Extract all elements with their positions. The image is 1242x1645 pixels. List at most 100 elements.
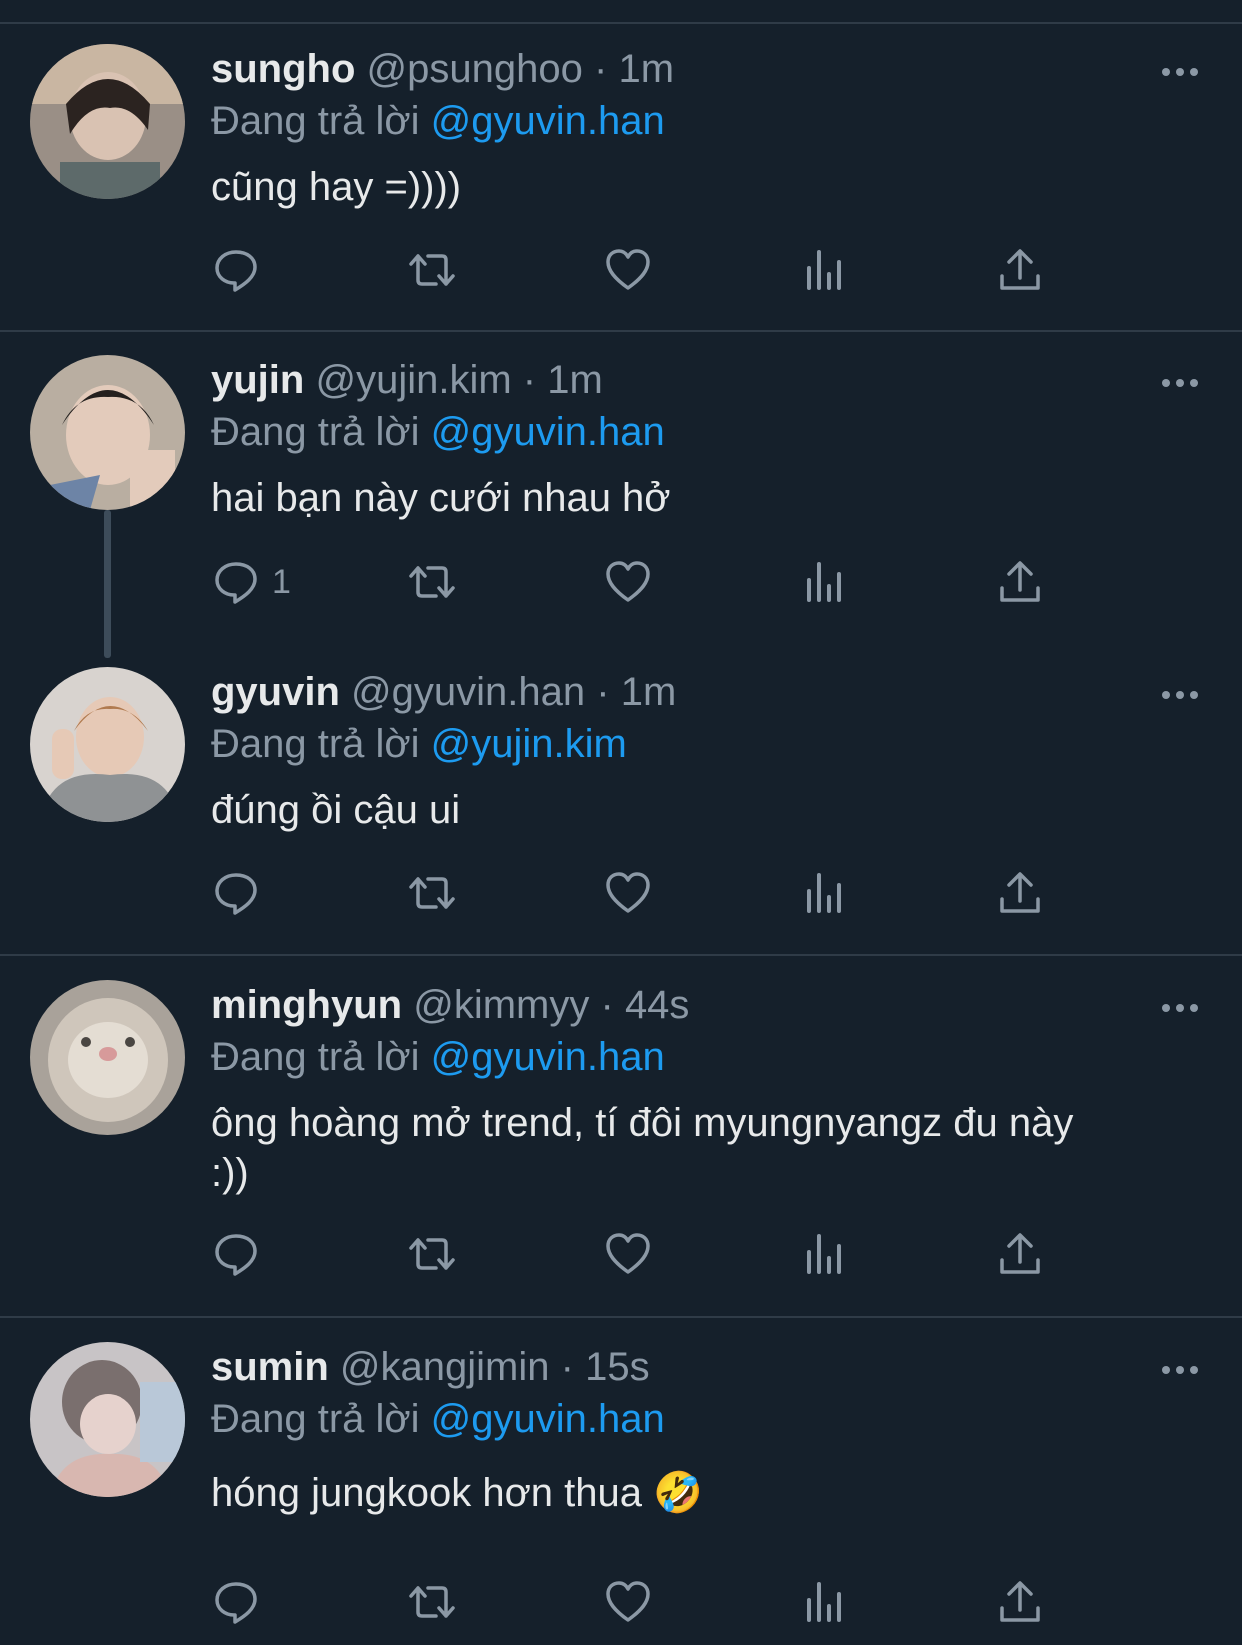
user-handle[interactable]: @psunghoo	[367, 47, 583, 91]
timestamp[interactable]: 1m	[547, 358, 603, 402]
like-icon	[604, 558, 652, 606]
views-icon	[800, 869, 848, 917]
action-bar	[0, 1574, 1242, 1630]
mention-link[interactable]: @gyuvin.han	[431, 1035, 665, 1079]
tweet-header: sumin @kangjimin · 15s	[211, 1342, 650, 1392]
views-icon	[800, 1230, 848, 1278]
tweet-text: ông hoàng mở trend, tí đôi myungnyangz đ…	[211, 1101, 1074, 1195]
replying-label: Đang trả lời	[211, 410, 420, 454]
replying-to: Đang trả lời @gyuvin.han	[211, 407, 665, 457]
reply-icon	[212, 246, 260, 294]
share-button[interactable]	[996, 1226, 1044, 1282]
like-button[interactable]	[604, 1226, 652, 1282]
retweet-icon	[408, 558, 456, 606]
mention-link[interactable]: @gyuvin.han	[431, 1397, 665, 1441]
like-button[interactable]	[604, 242, 652, 298]
reply-button[interactable]	[212, 1226, 272, 1282]
like-icon	[604, 1578, 652, 1626]
retweet-button[interactable]	[408, 242, 456, 298]
timestamp[interactable]: 1m	[621, 670, 677, 714]
replying-label: Đang trả lời	[211, 99, 420, 143]
avatar[interactable]	[30, 44, 185, 199]
display-name[interactable]: gyuvin	[211, 670, 340, 714]
share-button[interactable]	[996, 242, 1044, 298]
like-button[interactable]	[604, 1574, 652, 1630]
share-icon	[996, 558, 1044, 606]
tweet-text: hóng jungkook hơn thua 🤣	[211, 1471, 703, 1515]
tweet-header: sungho @psunghoo · 1m	[211, 44, 674, 94]
reply-button[interactable]: 1	[212, 554, 291, 610]
timestamp[interactable]: 1m	[618, 47, 674, 91]
like-button[interactable]	[604, 554, 652, 610]
share-icon	[996, 1578, 1044, 1626]
mention-link[interactable]: @gyuvin.han	[431, 410, 665, 454]
replying-label: Đang trả lời	[211, 722, 420, 766]
avatar[interactable]	[30, 667, 185, 822]
separator-dot: ·	[600, 983, 614, 1027]
reply-button[interactable]	[212, 1574, 272, 1630]
display-name[interactable]: sumin	[211, 1345, 329, 1389]
separator-dot: ·	[522, 358, 537, 402]
retweet-button[interactable]	[408, 554, 456, 610]
replying-to: Đang trả lời @yujin.kim	[211, 719, 627, 769]
views-button[interactable]	[800, 865, 848, 921]
tweet[interactable]: minghyun @kimmyy · 44s Đang trả lời @gyu…	[0, 956, 1242, 1316]
retweet-button[interactable]	[408, 865, 456, 921]
views-button[interactable]	[800, 242, 848, 298]
retweet-icon	[408, 1230, 456, 1278]
like-icon	[604, 869, 652, 917]
display-name[interactable]: sungho	[211, 47, 355, 91]
tweet[interactable]: yujin @yujin.kim · 1m Đang trả lời @gyuv…	[0, 332, 1242, 658]
more-icon[interactable]	[1160, 998, 1200, 1018]
display-name[interactable]: yujin	[211, 358, 304, 402]
views-button[interactable]	[800, 554, 848, 610]
reply-button[interactable]	[212, 865, 272, 921]
retweet-button[interactable]	[408, 1226, 456, 1282]
avatar[interactable]	[30, 355, 185, 510]
tweet-text: đúng ồi cậu ui	[211, 788, 461, 832]
reply-button[interactable]	[212, 242, 272, 298]
display-name[interactable]: minghyun	[211, 983, 402, 1027]
more-icon[interactable]	[1160, 62, 1200, 82]
replying-label: Đang trả lời	[211, 1397, 420, 1441]
mention-link[interactable]: @gyuvin.han	[431, 99, 665, 143]
avatar[interactable]	[30, 1342, 185, 1497]
share-button[interactable]	[996, 1574, 1044, 1630]
views-button[interactable]	[800, 1574, 848, 1630]
user-handle[interactable]: @kangjimin	[340, 1345, 550, 1389]
share-button[interactable]	[996, 865, 1044, 921]
tweet[interactable]: gyuvin @gyuvin.han · 1m Đang trả lời @yu…	[0, 644, 1242, 954]
replying-to: Đang trả lời @gyuvin.han	[211, 1032, 665, 1082]
share-icon	[996, 869, 1044, 917]
user-handle[interactable]: @gyuvin.han	[351, 670, 585, 714]
share-icon	[996, 1230, 1044, 1278]
user-handle[interactable]: @yujin.kim	[315, 358, 511, 402]
views-icon	[800, 246, 848, 294]
views-button[interactable]	[800, 1226, 848, 1282]
retweet-icon	[408, 1578, 456, 1626]
separator-dot: ·	[594, 47, 608, 91]
tweet-header: gyuvin @gyuvin.han · 1m	[211, 667, 676, 717]
timestamp[interactable]: 44s	[625, 983, 690, 1027]
like-button[interactable]	[604, 865, 652, 921]
share-button[interactable]	[996, 554, 1044, 610]
tweet[interactable]: sumin @kangjimin · 15s Đang trả lời @gyu…	[0, 1318, 1242, 1645]
more-icon[interactable]	[1160, 685, 1200, 705]
replying-to: Đang trả lời @gyuvin.han	[211, 96, 665, 146]
more-icon[interactable]	[1160, 373, 1200, 393]
user-handle[interactable]: @kimmyy	[413, 983, 589, 1027]
tweet-text: hai bạn này cưới nhau hở	[211, 476, 671, 520]
tweet-header: yujin @yujin.kim · 1m	[211, 355, 603, 405]
action-bar	[0, 1226, 1242, 1282]
reply-count: 1	[272, 562, 291, 601]
mention-link[interactable]: @yujin.kim	[431, 722, 627, 766]
tweet[interactable]: sungho @psunghoo · 1m Đang trả lời @gyuv…	[0, 24, 1242, 330]
action-bar: 1	[0, 554, 1242, 610]
timestamp[interactable]: 15s	[585, 1345, 650, 1389]
more-icon[interactable]	[1160, 1360, 1200, 1380]
action-bar	[0, 865, 1242, 921]
retweet-button[interactable]	[408, 1574, 456, 1630]
avatar[interactable]	[30, 980, 185, 1135]
like-icon	[604, 246, 652, 294]
separator-dot: ·	[560, 1345, 574, 1389]
